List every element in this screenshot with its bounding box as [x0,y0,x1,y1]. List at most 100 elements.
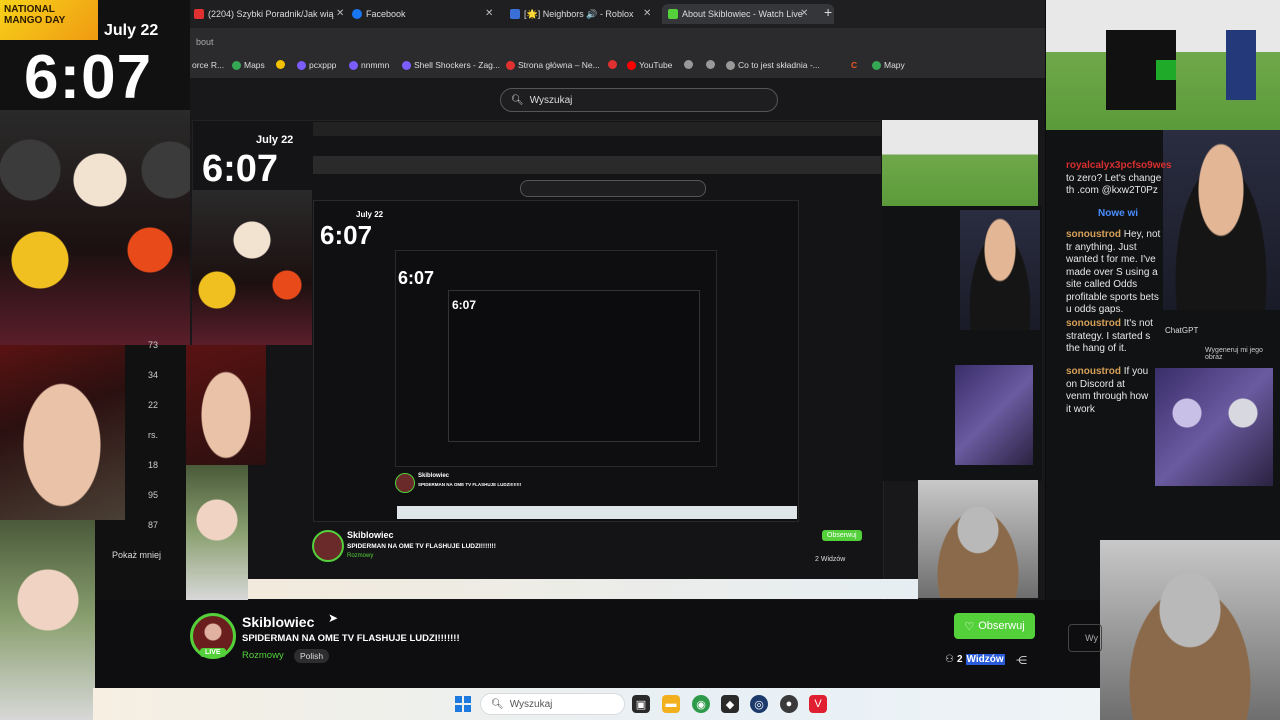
nested-streamer-cam [960,210,1040,330]
nested-clock-2: 6:07 [320,220,373,250]
close-tab-icon[interactable]: ✕ [336,8,344,19]
discord-icon [297,60,306,70]
bookmark-skladnia[interactable]: Co to jest składnia -... [726,60,820,70]
new-messages-divider: Nowe wi [1098,208,1139,219]
bookmark-mapy[interactable]: Mapy [872,60,905,70]
side-number: 95 [148,490,159,500]
nested-avatar [312,530,344,562]
nested-viewers: 2 Widzów [815,556,846,563]
side-number: rs. [148,430,158,440]
tab-label: [🌟] Neighbors 🔊 - Roblox [524,8,634,19]
file-explorer-icon[interactable]: ▬ [662,695,680,713]
chrome-icon[interactable]: ◉ [692,695,710,713]
close-tab-icon[interactable]: ✕ [800,8,808,19]
mouse-cursor-icon: ➤ [328,611,339,625]
live-badge: LIVE [200,648,226,657]
bookmark-globe-2[interactable] [706,60,715,69]
chatgpt-prompt: Wygeneruj mi jego obraz [1205,347,1263,361]
tab-roblox-neighbors[interactable]: [🌟] Neighbors 🔊 - Roblox [510,4,633,24]
chat-message: sonoustrod Hey, not tr anything. Just wa… [1066,229,1163,317]
roblox-icon [510,9,520,19]
nested-clock: 6:07 [202,148,279,190]
chat-text: to zero? Let's change th .com @kxw2T0Pz [1066,172,1162,197]
mango-day-badge: NATIONAL MANGO DAY [0,0,98,40]
steam-icon[interactable]: ◎ [750,695,768,713]
bookmark-red[interactable] [608,60,617,69]
bookmark-nnmmn[interactable]: nnmmn [349,60,389,70]
bookmark-label: Strona główna – Ne... [518,60,600,70]
bookmark-c[interactable]: C [851,60,857,70]
taskbar-search-input[interactable]: 🔍︎ Wyszukaj [480,693,625,715]
nested-girl-image [186,465,248,600]
bookmark-youtube[interactable]: YouTube [627,60,672,70]
taskbar-search-placeholder: Wyszukaj [509,698,553,710]
task-view-icon[interactable]: ▣ [632,695,650,713]
roblox-icon[interactable]: ◆ [721,695,739,713]
discord-icon [402,60,411,70]
language-tag[interactable]: Polish [294,649,330,663]
nested-date-2: July 22 [356,210,384,219]
show-less-link[interactable]: Pokaż mniej [112,550,161,560]
bookmark-item[interactable]: orce R... [192,60,224,70]
bookmark-label: pcxppp [309,60,337,70]
globe-icon [726,60,735,70]
bookmark-label: nnmmn [361,60,390,70]
bookmark-pcxppp[interactable]: pcxppp [297,60,336,70]
new-tab-icon[interactable]: + [824,4,832,20]
search-icon: 🔍︎ [491,698,504,710]
viewers-label: Widzów [965,654,1005,665]
close-tab-icon[interactable]: ✕ [485,8,493,19]
follow-button[interactable]: ♡ Obserwuj [954,613,1035,639]
stream-category-link[interactable]: Rozmowy [242,650,284,661]
tab-facebook[interactable]: Facebook [352,4,406,24]
bookmark-shell-shockers[interactable]: Shell Shockers - Zag... [402,60,500,70]
bookmark-label: Maps [244,60,265,70]
nested-stream-view-4 [448,290,700,442]
bookmark-netflix[interactable]: Strona główna – Ne... [506,60,600,70]
bookmark-yellow[interactable] [276,60,285,69]
red-app-icon[interactable]: ● [780,695,798,713]
close-tab-icon[interactable]: ✕ [643,8,651,19]
chat-message: sonoustrod It's not strategy. I started … [1066,318,1163,356]
address-bar[interactable] [190,28,1045,56]
chat-message: sonoustrod If you on Discord at venm thr… [1066,366,1152,416]
streamer-name[interactable]: Skiblowiec [242,614,314,630]
nested-foot-image [186,345,266,465]
youtube-icon [627,60,636,70]
side-number: 87 [148,520,159,530]
follow-label: Obserwuj [978,620,1025,632]
nested-meme-image [192,190,312,345]
maps-icon [232,60,241,70]
heart-icon: ♡ [964,620,975,633]
girl-webcam-image [0,520,95,720]
side-search-button[interactable]: Wy [1068,624,1102,652]
side-number: 18 [148,460,159,470]
vivaldi-icon[interactable]: V [809,695,827,713]
maps-icon [872,60,881,70]
chat-username: royalcalyx3pcfso9wes [1066,160,1172,171]
nested-taskbar-2 [397,506,797,519]
nested-search-pill [520,180,706,197]
nested-streamer-name: Skiblowiec [347,530,394,540]
red-bookmark-icon [608,60,617,69]
tab-label: (2204) Szybki Poradnik/Jak wią [208,9,334,19]
bookmark-label: orce R... [192,60,225,70]
windows-start-icon[interactable] [455,696,471,712]
address-text[interactable]: bout [196,37,214,47]
goat-meme-image [1100,540,1280,720]
meme-collage-image [0,110,190,345]
chatgpt-label: ChatGPT [1165,326,1199,335]
overlay-date: July 22 [104,22,159,39]
nested-avatar-2 [395,473,415,493]
tab-youtube-poradnik[interactable]: (2204) Szybki Poradnik/Jak wią [194,4,334,24]
youtube-icon [194,9,204,19]
side-number: 22 [148,400,159,410]
bookmark-maps[interactable]: Maps [232,60,265,70]
share-icon[interactable]: ⋲ [1016,654,1027,667]
bookmark-globe-1[interactable] [684,60,693,69]
foot-webcam-image [0,345,125,520]
chat-message: royalcalyx3pcfso9wes to zero? Let's chan… [1066,160,1172,198]
nested-game-cam [882,120,1038,206]
nested-clock-3: 6:07 [398,268,435,288]
page-search-input[interactable]: 🔍︎ Wyszukaj [500,88,778,112]
